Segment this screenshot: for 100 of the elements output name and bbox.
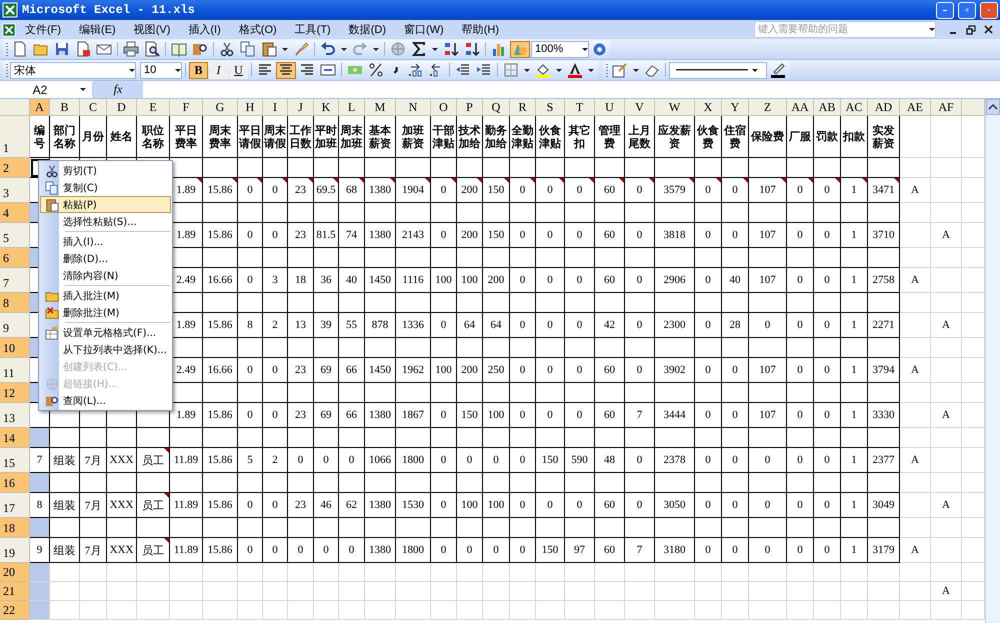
- column-header[interactable]: S: [536, 99, 565, 116]
- empty-cell[interactable]: [787, 428, 814, 448]
- row-header[interactable]: 18: [0, 518, 30, 538]
- font-color-button[interactable]: [565, 62, 585, 78]
- menu-item[interactable]: 插入批注(M): [40, 287, 171, 304]
- line-color-button[interactable]: [768, 62, 788, 78]
- empty-cell[interactable]: [314, 248, 339, 268]
- empty-cell[interactable]: [238, 293, 263, 313]
- menu-item[interactable]: 数据(D): [340, 22, 395, 37]
- empty-cell[interactable]: [314, 158, 339, 178]
- empty-cell[interactable]: [749, 293, 787, 313]
- empty-cell[interactable]: [396, 248, 431, 268]
- fill-color-button[interactable]: [533, 62, 553, 78]
- empty-cell[interactable]: [841, 473, 868, 493]
- empty-cell[interactable]: [314, 518, 339, 538]
- empty-cell[interactable]: [288, 338, 314, 358]
- empty-cell[interactable]: [814, 203, 841, 223]
- empty-cell[interactable]: [695, 158, 722, 178]
- empty-cell[interactable]: [314, 203, 339, 223]
- empty-cell[interactable]: [749, 203, 787, 223]
- empty-cell[interactable]: [314, 473, 339, 493]
- empty-cell[interactable]: [483, 428, 510, 448]
- empty-cell[interactable]: [203, 338, 238, 358]
- empty-cell[interactable]: [203, 248, 238, 268]
- empty-cell[interactable]: [396, 293, 431, 313]
- menu-item[interactable]: 剪切(T): [40, 162, 171, 179]
- empty-cell[interactable]: [431, 518, 457, 538]
- empty-cell[interactable]: [339, 158, 365, 178]
- empty-cell[interactable]: [655, 293, 695, 313]
- empty-cell[interactable]: [288, 518, 314, 538]
- empty-cell[interactable]: [510, 473, 536, 493]
- empty-cell[interactable]: [565, 473, 595, 493]
- menu-item[interactable]: 帮助(H): [452, 22, 508, 37]
- empty-cell[interactable]: [483, 203, 510, 223]
- empty-cell[interactable]: [510, 383, 536, 403]
- empty-cell[interactable]: [263, 203, 288, 223]
- empty-cell[interactable]: [695, 473, 722, 493]
- vertical-scrollbar[interactable]: [985, 99, 1000, 623]
- empty-cell[interactable]: [695, 338, 722, 358]
- row-header[interactable]: 1: [0, 116, 30, 158]
- empty-cell[interactable]: [695, 518, 722, 538]
- row-header[interactable]: 2: [0, 158, 30, 178]
- empty-cell[interactable]: [625, 338, 655, 358]
- empty-cell[interactable]: [787, 383, 814, 403]
- row-header[interactable]: 11: [0, 358, 30, 383]
- help-button[interactable]: [590, 40, 609, 58]
- menu-item[interactable]: 选择性粘贴(S)...: [40, 213, 171, 230]
- empty-cell[interactable]: [457, 338, 483, 358]
- column-header[interactable]: U: [595, 99, 625, 116]
- column-header[interactable]: AC: [841, 99, 868, 116]
- row-header[interactable]: 5: [0, 223, 30, 248]
- empty-cell[interactable]: [841, 248, 868, 268]
- empty-cell[interactable]: [457, 203, 483, 223]
- row-header[interactable]: 14: [0, 428, 30, 448]
- empty-cell[interactable]: [365, 518, 396, 538]
- empty-cell[interactable]: [203, 203, 238, 223]
- line-style-field[interactable]: [669, 62, 767, 78]
- empty-cell[interactable]: [595, 518, 625, 538]
- empty-cell[interactable]: [203, 428, 238, 448]
- empty-cell[interactable]: [655, 428, 695, 448]
- italic-button[interactable]: I: [209, 62, 228, 78]
- empty-cell[interactable]: [814, 383, 841, 403]
- row-header[interactable]: 22: [0, 601, 30, 620]
- minimize-button[interactable]: [936, 2, 954, 18]
- empty-cell[interactable]: [483, 473, 510, 493]
- column-header[interactable]: Y: [722, 99, 749, 116]
- empty-cell[interactable]: [868, 293, 900, 313]
- row-header[interactable]: 10: [0, 338, 30, 358]
- empty-cell[interactable]: [396, 383, 431, 403]
- empty-cell[interactable]: [238, 338, 263, 358]
- small-restore-icon[interactable]: [966, 24, 976, 34]
- empty-cell[interactable]: [722, 518, 749, 538]
- selected-cell[interactable]: [30, 518, 50, 538]
- empty-cell[interactable]: [431, 293, 457, 313]
- empty-cell[interactable]: [457, 473, 483, 493]
- menu-item[interactable]: 删除(D)...: [40, 250, 171, 267]
- menu-item[interactable]: 查阅(L)...: [40, 392, 171, 409]
- grip-icon[interactable]: [5, 62, 9, 78]
- empty-cell[interactable]: [107, 428, 137, 448]
- row-header[interactable]: 12: [0, 383, 30, 403]
- empty-cell[interactable]: [510, 158, 536, 178]
- empty-cell[interactable]: [457, 428, 483, 448]
- empty-cell[interactable]: [457, 518, 483, 538]
- empty-cell[interactable]: [263, 293, 288, 313]
- empty-cell[interactable]: [695, 293, 722, 313]
- empty-cell[interactable]: [655, 203, 695, 223]
- empty-cell[interactable]: [536, 383, 565, 403]
- empty-cell[interactable]: [339, 428, 365, 448]
- empty-cell[interactable]: [263, 428, 288, 448]
- empty-cell[interactable]: [365, 293, 396, 313]
- empty-cell[interactable]: [595, 293, 625, 313]
- empty-cell[interactable]: [695, 428, 722, 448]
- empty-cell[interactable]: [749, 383, 787, 403]
- empty-cell[interactable]: [787, 293, 814, 313]
- empty-cell[interactable]: [170, 518, 203, 538]
- empty-cell[interactable]: [510, 293, 536, 313]
- empty-cell[interactable]: [722, 248, 749, 268]
- empty-cell[interactable]: [396, 203, 431, 223]
- empty-cell[interactable]: [107, 518, 137, 538]
- empty-cell[interactable]: [238, 248, 263, 268]
